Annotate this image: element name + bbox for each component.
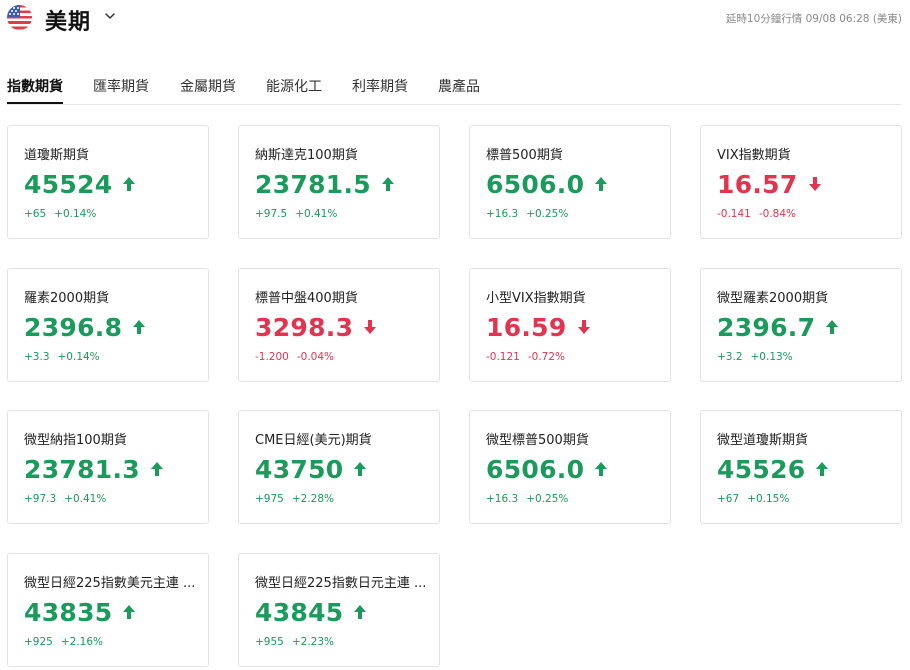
arrow-up-icon [595, 462, 608, 476]
futures-change: +975 [255, 493, 284, 505]
futures-change-pct: -0.04% [296, 351, 335, 363]
futures-change-pct: +0.41% [295, 208, 338, 220]
futures-price: 16.59 [486, 312, 567, 342]
futures-change: +97.5 [255, 208, 288, 220]
arrow-up-icon [123, 605, 136, 619]
futures-name: CME日經(美元)期貨 [255, 433, 372, 448]
futures-card[interactable]: CME日經(美元)期貨 43750 +975 +2.28% [238, 410, 440, 524]
tab-metal-futures[interactable]: 金屬期貨 [180, 76, 236, 104]
arrow-down-icon [808, 177, 821, 191]
tab-energy-chemical[interactable]: 能源化工 [266, 76, 322, 104]
futures-name: 小型VIX指數期貨 [486, 291, 586, 306]
futures-change-pct: +0.25% [526, 493, 569, 505]
futures-price: 23781.3 [24, 454, 140, 484]
arrow-up-icon [133, 320, 146, 334]
futures-card[interactable]: 微型標普500期貨 6506.0 +16.3 +0.25% [469, 410, 671, 524]
futures-change-pct: +2.28% [291, 493, 334, 505]
futures-change: +16.3 [486, 493, 519, 505]
futures-card[interactable]: 微型納指100期貨 23781.3 +97.3 +0.41% [7, 410, 209, 524]
arrow-up-icon [354, 462, 367, 476]
category-tabs: 指數期貨 匯率期貨 金屬期貨 能源化工 利率期貨 農產品 [7, 68, 901, 105]
futures-change: +65 [24, 208, 47, 220]
futures-card[interactable]: 羅素2000期貨 2396.8 +3.3 +0.14% [7, 268, 209, 382]
futures-card[interactable]: 微型日經225指數日元主連 ... 43845 +955 +2.23% [238, 553, 440, 667]
futures-price: 2396.8 [24, 312, 123, 342]
futures-change: +925 [24, 636, 53, 648]
futures-name: 羅素2000期貨 [24, 291, 110, 306]
futures-card[interactable]: 微型道瓊斯期貨 45526 +67 +0.15% [700, 410, 902, 524]
futures-change: +3.3 [24, 351, 50, 363]
futures-card[interactable]: VIX指數期貨 16.57 -0.141 -0.84% [700, 125, 902, 239]
futures-change-pct: +0.14% [54, 208, 97, 220]
futures-change: +3.2 [717, 351, 743, 363]
chevron-down-icon[interactable] [104, 10, 116, 22]
futures-change-pct: +0.25% [526, 208, 569, 220]
delay-note: 延時10分鐘行情 09/08 06:28 (美東) [725, 13, 902, 25]
arrow-up-icon [816, 462, 829, 476]
arrow-up-icon [595, 177, 608, 191]
futures-price: 3298.3 [255, 312, 354, 342]
futures-price: 6506.0 [486, 169, 585, 199]
header: 美期 延時10分鐘行情 09/08 06:28 (美東) [0, 0, 910, 40]
futures-change-pct: +2.16% [60, 636, 103, 648]
futures-change: +16.3 [486, 208, 519, 220]
futures-card[interactable]: 納斯達克100期貨 23781.5 +97.5 +0.41% [238, 125, 440, 239]
futures-name: VIX指數期貨 [717, 148, 791, 163]
futures-price: 16.57 [717, 169, 798, 199]
arrow-down-icon [364, 320, 377, 334]
futures-name: 微型標普500期貨 [486, 433, 589, 448]
futures-name: 微型日經225指數美元主連 ... [24, 576, 196, 591]
futures-change-pct: -0.72% [527, 351, 566, 363]
futures-change: -1.200 [255, 351, 289, 363]
futures-change: -0.121 [486, 351, 520, 363]
futures-card[interactable]: 道瓊斯期貨 45524 +65 +0.14% [7, 125, 209, 239]
futures-name: 道瓊斯期貨 [24, 148, 90, 163]
futures-name: 標普500期貨 [486, 148, 563, 163]
futures-change-pct: -0.84% [758, 208, 797, 220]
futures-change-pct: +2.23% [291, 636, 334, 648]
arrow-up-icon [354, 605, 367, 619]
futures-card[interactable]: 微型羅素2000期貨 2396.7 +3.2 +0.13% [700, 268, 902, 382]
futures-change-pct: +0.41% [64, 493, 107, 505]
futures-change: +97.3 [24, 493, 57, 505]
futures-price: 23781.5 [255, 169, 371, 199]
futures-price: 6506.0 [486, 454, 585, 484]
futures-card[interactable]: 標普500期貨 6506.0 +16.3 +0.25% [469, 125, 671, 239]
futures-name: 標普中盤400期貨 [255, 291, 358, 306]
arrow-up-icon [150, 462, 163, 476]
futures-name: 微型納指100期貨 [24, 433, 127, 448]
futures-price: 45524 [24, 169, 113, 199]
futures-card[interactable]: 小型VIX指數期貨 16.59 -0.121 -0.72% [469, 268, 671, 382]
futures-price: 2396.7 [717, 312, 816, 342]
futures-price: 43835 [24, 597, 113, 627]
tab-index-futures[interactable]: 指數期貨 [7, 76, 63, 104]
market-title[interactable]: 美期 [45, 4, 91, 36]
futures-name: 納斯達克100期貨 [255, 148, 358, 163]
futures-name: 微型日經225指數日元主連 ... [255, 576, 427, 591]
tab-currency-futures[interactable]: 匯率期貨 [93, 76, 149, 104]
arrow-up-icon [123, 177, 136, 191]
futures-card[interactable]: 標普中盤400期貨 3298.3 -1.200 -0.04% [238, 268, 440, 382]
us-flag-icon [7, 5, 32, 30]
futures-change-pct: +0.13% [750, 351, 793, 363]
futures-name: 微型道瓊斯期貨 [717, 433, 809, 448]
futures-change-pct: +0.15% [747, 493, 790, 505]
arrow-up-icon [381, 177, 394, 191]
futures-card[interactable]: 微型日經225指數美元主連 ... 43835 +925 +2.16% [7, 553, 209, 667]
futures-name: 微型羅素2000期貨 [717, 291, 829, 306]
futures-price: 45526 [717, 454, 806, 484]
arrow-up-icon [826, 320, 839, 334]
tab-agriculture[interactable]: 農產品 [438, 76, 480, 104]
futures-price: 43750 [255, 454, 344, 484]
futures-change: +955 [255, 636, 284, 648]
arrow-down-icon [577, 320, 590, 334]
futures-change-pct: +0.14% [57, 351, 100, 363]
futures-price: 43845 [255, 597, 344, 627]
futures-change: -0.141 [717, 208, 751, 220]
futures-change: +67 [717, 493, 740, 505]
tab-rate-futures[interactable]: 利率期貨 [352, 76, 408, 104]
